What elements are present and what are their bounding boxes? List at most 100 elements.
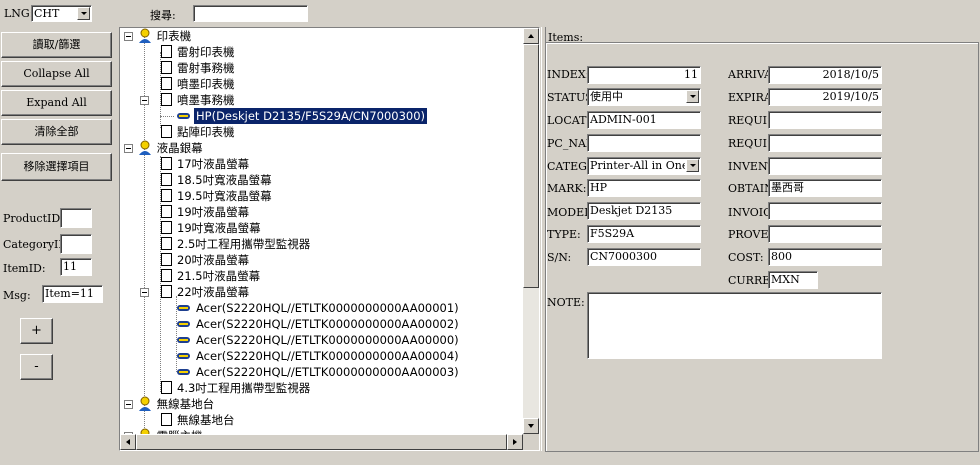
scroll-left-button[interactable] <box>120 434 136 450</box>
plus-button[interactable]: + <box>20 318 53 344</box>
category-tree[interactable]: 印表機 雷射印表機 雷射事務機 噴墨印表機 噴墨事務機 HP(Deskjet D… <box>119 27 540 451</box>
minus-button[interactable]: - <box>20 354 53 380</box>
provider-field[interactable] <box>768 225 882 243</box>
clear-all-button[interactable]: 清除全部 <box>1 119 112 145</box>
tree-node[interactable]: 19吋液晶螢幕 <box>177 204 249 220</box>
collapse-toggle[interactable] <box>140 96 149 105</box>
lng-label: LNG: <box>4 7 34 20</box>
item-id-label: ItemID: <box>3 262 46 275</box>
expand-all-button[interactable]: Expand All <box>1 90 112 116</box>
collapse-toggle[interactable] <box>124 400 133 409</box>
tree-node-category[interactable]: 印表機 <box>137 28 191 44</box>
document-icon <box>161 93 172 106</box>
requis-field-1[interactable] <box>768 111 882 129</box>
status-select[interactable]: 使用中 <box>587 88 701 106</box>
scroll-up-button[interactable] <box>523 28 539 44</box>
note-textarea[interactable] <box>587 292 882 359</box>
document-icon <box>161 253 172 266</box>
collapse-all-button[interactable]: Collapse All <box>1 61 112 87</box>
index-field[interactable]: 11 <box>587 66 701 84</box>
tree-leaf[interactable]: Acer(S2220HQL//ETLTK0000000000AA00000) <box>196 332 459 348</box>
chevron-down-icon <box>528 424 534 428</box>
invent-label: INVENT <box>728 160 768 173</box>
location-field[interactable]: ADMIN-001 <box>587 111 701 129</box>
msg-field[interactable]: Item=11 <box>42 285 103 303</box>
collapse-toggle[interactable] <box>124 32 133 41</box>
document-icon <box>161 189 172 202</box>
invoice-field[interactable] <box>768 202 882 220</box>
tree-node-label: 無線基地台 <box>156 397 215 411</box>
cost-field[interactable]: 800 <box>768 248 882 266</box>
chevron-down-icon[interactable] <box>686 159 699 172</box>
scroll-thumb[interactable] <box>523 44 539 288</box>
expira-label: EXPIRA <box>728 91 768 104</box>
horizontal-scrollbar[interactable] <box>120 434 523 450</box>
tree-node[interactable]: 19.5吋寬液晶螢幕 <box>177 188 272 204</box>
tree-leaf[interactable]: Acer(S2220HQL//ETLTK0000000000AA00001) <box>196 300 459 316</box>
requis-label: REQUIS <box>728 137 768 150</box>
tree-leaf[interactable]: Acer(S2220HQL//ETLTK0000000000AA00003) <box>196 364 459 380</box>
document-icon <box>161 45 172 58</box>
index-label: INDEX: <box>547 68 587 81</box>
pc-name-field[interactable] <box>587 134 701 152</box>
category-id-field[interactable] <box>60 234 92 254</box>
tree-node[interactable]: 無線基地台 <box>177 412 235 428</box>
item-id-field[interactable]: 11 <box>60 258 92 276</box>
provei-label: PROVEI <box>728 228 768 241</box>
requis-label: REQUIS <box>728 114 768 127</box>
mark-label: MARK: <box>547 182 587 195</box>
tree-node[interactable]: 22吋液晶螢幕 <box>177 284 249 300</box>
tree-leaf[interactable]: Acer(S2220HQL//ETLTK0000000000AA00004) <box>196 348 459 364</box>
document-icon <box>161 269 172 282</box>
obtain-field[interactable]: 墨西哥 <box>768 179 882 197</box>
scroll-right-button[interactable] <box>507 434 523 450</box>
tree-node[interactable]: 21.5吋液晶螢幕 <box>177 268 260 284</box>
category-select[interactable]: Printer-All in One In <box>587 157 701 175</box>
collapse-toggle[interactable] <box>124 144 133 153</box>
location-label: LOCATI <box>547 114 587 127</box>
expiration-date-field[interactable]: 2019/10/5 <box>768 88 882 106</box>
remove-selected-button[interactable]: 移除選擇項目 <box>1 153 112 181</box>
tree-node[interactable]: 18.5吋寬液晶螢幕 <box>177 172 272 188</box>
tree-node[interactable]: 雷射事務機 <box>177 60 235 76</box>
product-id-field[interactable] <box>60 208 92 228</box>
device-icon <box>177 337 190 343</box>
chevron-down-icon[interactable] <box>686 90 699 103</box>
currency-field[interactable]: MXN <box>768 271 818 289</box>
tree-node-category[interactable]: 無線基地台 <box>137 396 214 412</box>
vertical-scrollbar[interactable] <box>523 28 539 434</box>
tree-node-selected[interactable]: HP(Deskjet D2135/F5S29A/CN7000300) <box>192 107 429 125</box>
read-filter-button[interactable]: 讀取/篩選 <box>1 32 112 58</box>
model-field[interactable]: Deskjet D2135 <box>587 202 701 220</box>
category-label: CATEGO <box>547 160 587 173</box>
invoic-label: INVOIC <box>728 206 768 219</box>
lng-select[interactable]: CHT <box>31 5 92 22</box>
collapse-toggle[interactable] <box>140 288 149 297</box>
scroll-down-button[interactable] <box>523 418 539 434</box>
scroll-thumb[interactable] <box>136 434 507 450</box>
lng-value: CHT <box>34 7 60 20</box>
tree-leaf[interactable]: Acer(S2220HQL//ETLTK0000000000AA00002) <box>196 316 459 332</box>
tree-node[interactable]: 噴墨事務機 <box>177 92 235 108</box>
tree-node[interactable]: 雷射印表機 <box>177 44 235 60</box>
document-icon <box>161 285 172 298</box>
tree-node[interactable]: 19吋寬液晶螢幕 <box>177 220 261 236</box>
tree-node[interactable]: 4.3吋工程用攜帶型監視器 <box>177 380 310 396</box>
tree-node[interactable]: 17吋液晶螢幕 <box>177 156 249 172</box>
requis-field-2[interactable] <box>768 134 882 152</box>
tree-node[interactable]: 20吋液晶螢幕 <box>177 252 249 268</box>
inventory-field[interactable] <box>768 157 882 175</box>
mark-field[interactable]: HP <box>587 179 701 197</box>
tree-node-label: 液晶銀幕 <box>156 141 203 155</box>
search-label: 搜尋: <box>150 9 176 22</box>
tree-node[interactable]: 2.5吋工程用攜帶型監視器 <box>177 236 310 252</box>
sn-field[interactable]: CN7000300 <box>587 248 701 266</box>
chevron-down-icon[interactable] <box>77 7 90 20</box>
tree-line <box>160 116 174 117</box>
tree-node[interactable]: 點陣印表機 <box>177 124 235 140</box>
arrival-date-field[interactable]: 2018/10/5 <box>768 66 882 84</box>
tree-node-category[interactable]: 液晶銀幕 <box>137 140 203 156</box>
search-input[interactable] <box>193 5 308 22</box>
type-field[interactable]: F5S29A <box>587 225 701 243</box>
tree-node[interactable]: 噴墨印表機 <box>177 76 235 92</box>
